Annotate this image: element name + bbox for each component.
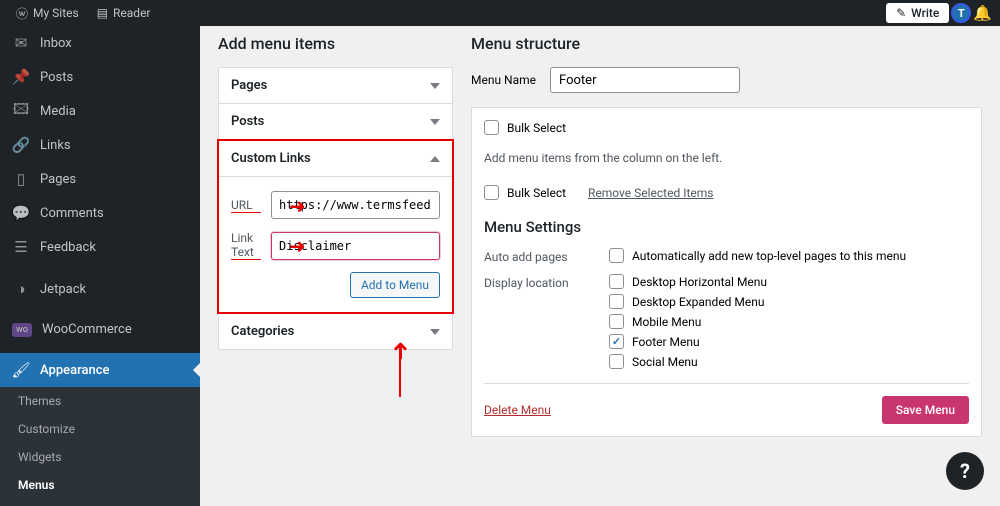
menu-structure-heading: Menu structure bbox=[471, 34, 982, 53]
accordion-posts[interactable]: Posts bbox=[218, 103, 453, 140]
write-button[interactable]: ✎ Write bbox=[886, 3, 949, 23]
pin-icon: 📌 bbox=[12, 68, 30, 86]
location-label: Mobile Menu bbox=[632, 315, 701, 329]
submenu-background[interactable]: Background bbox=[0, 499, 200, 506]
wp-logo[interactable]: ⓦ My Sites bbox=[8, 0, 87, 26]
accordion-label: Custom Links bbox=[231, 151, 311, 166]
remove-selected-link[interactable]: Remove Selected Items bbox=[588, 186, 713, 200]
sidebar-item-label: Appearance bbox=[40, 363, 109, 378]
avatar[interactable]: T bbox=[951, 3, 971, 23]
appearance-submenu: Themes Customize Widgets Menus Backgroun… bbox=[0, 387, 200, 506]
brush-icon: 🖌 bbox=[12, 361, 30, 379]
auto-add-label: Auto add pages bbox=[484, 248, 579, 264]
save-menu-button[interactable]: Save Menu bbox=[882, 396, 969, 424]
chevron-down-icon bbox=[430, 83, 440, 89]
sidebar-item-label: Comments bbox=[40, 206, 104, 221]
reader-link[interactable]: ▤ Reader bbox=[89, 0, 159, 26]
sidebar-item-appearance[interactable]: 🖌 Appearance bbox=[0, 353, 200, 387]
bulk-select-label: Bulk Select bbox=[507, 186, 566, 200]
location-checkbox[interactable] bbox=[609, 314, 624, 329]
sidebar-item-label: Links bbox=[40, 138, 71, 153]
submenu-themes[interactable]: Themes bbox=[0, 387, 200, 415]
location-checkbox[interactable] bbox=[609, 294, 624, 309]
menu-name-input[interactable] bbox=[550, 67, 740, 93]
location-label: Desktop Expanded Menu bbox=[632, 295, 765, 309]
menu-structure-box: Bulk Select Add menu items from the colu… bbox=[471, 107, 982, 437]
sidebar-item-comments[interactable]: 💬 Comments bbox=[0, 196, 200, 230]
add-menu-items-heading: Add menu items bbox=[218, 34, 453, 53]
menu-name-label: Menu Name bbox=[471, 73, 536, 87]
comments-icon: 💬 bbox=[12, 204, 30, 222]
inbox-icon: ✉ bbox=[12, 34, 30, 52]
auto-add-checkbox[interactable] bbox=[609, 248, 624, 263]
sidebar-item-posts[interactable]: 📌 Posts bbox=[0, 60, 200, 94]
write-label: Write bbox=[911, 6, 939, 20]
feedback-icon: ☰ bbox=[12, 238, 30, 256]
bell-icon[interactable]: 🔔 bbox=[973, 4, 992, 22]
content-area: Add menu items Pages Posts Custom Links … bbox=[200, 26, 1000, 506]
reader-icon: ▤ bbox=[97, 6, 108, 20]
link-text-input[interactable] bbox=[271, 232, 440, 260]
pages-icon: ▯ bbox=[12, 170, 30, 188]
delete-menu-link[interactable]: Delete Menu bbox=[484, 403, 551, 417]
chevron-down-icon bbox=[430, 329, 440, 335]
location-checkbox[interactable] bbox=[609, 334, 624, 349]
url-input[interactable] bbox=[271, 191, 440, 219]
submenu-menus[interactable]: Menus bbox=[0, 471, 200, 499]
url-label: URL bbox=[231, 198, 261, 213]
location-checkbox[interactable] bbox=[609, 274, 624, 289]
accordion-pages[interactable]: Pages bbox=[218, 67, 453, 104]
bulk-select-checkbox-2[interactable] bbox=[484, 185, 499, 200]
auto-add-option-label: Automatically add new top-level pages to… bbox=[632, 249, 906, 263]
location-label: Footer Menu bbox=[632, 335, 700, 349]
link-icon: 🔗 bbox=[12, 136, 30, 154]
accordion-label: Categories bbox=[231, 324, 294, 339]
add-to-menu-button[interactable]: Add to Menu bbox=[350, 272, 440, 298]
help-button[interactable]: ? bbox=[946, 452, 984, 490]
jetpack-icon: ◑ bbox=[12, 280, 30, 298]
accordion-label: Posts bbox=[231, 114, 264, 129]
empty-menu-hint: Add menu items from the column on the le… bbox=[484, 151, 969, 165]
mysites-label: My Sites bbox=[33, 6, 79, 20]
reader-label: Reader bbox=[113, 6, 150, 20]
sidebar-item-pages[interactable]: ▯ Pages bbox=[0, 162, 200, 196]
accordion-label: Pages bbox=[231, 78, 267, 93]
sidebar-item-inbox[interactable]: ✉ Inbox bbox=[0, 26, 200, 60]
sidebar-item-woocommerce[interactable]: wo WooCommerce bbox=[0, 314, 200, 345]
submenu-customize[interactable]: Customize bbox=[0, 415, 200, 443]
submenu-widgets[interactable]: Widgets bbox=[0, 443, 200, 471]
sidebar-item-label: Pages bbox=[40, 172, 76, 187]
sidebar-item-label: Media bbox=[40, 104, 76, 119]
sidebar-item-label: WooCommerce bbox=[42, 322, 132, 337]
sidebar-item-jetpack[interactable]: ◑ Jetpack bbox=[0, 272, 200, 306]
sidebar-item-label: Jetpack bbox=[40, 282, 86, 297]
chevron-down-icon bbox=[430, 119, 440, 125]
display-location-label: Display location bbox=[484, 274, 579, 369]
bulk-select-checkbox[interactable] bbox=[484, 120, 499, 135]
location-label: Social Menu bbox=[632, 355, 698, 369]
pencil-icon: ✎ bbox=[896, 6, 906, 20]
bulk-select-label: Bulk Select bbox=[507, 121, 566, 135]
sidebar-item-feedback[interactable]: ☰ Feedback bbox=[0, 230, 200, 264]
sidebar-item-label: Feedback bbox=[40, 240, 96, 255]
media-icon: 🖾 bbox=[12, 102, 30, 120]
sidebar-item-label: Posts bbox=[40, 70, 73, 85]
avatar-letter: T bbox=[958, 7, 965, 20]
arrow-stem bbox=[399, 349, 401, 397]
menu-settings-heading: Menu Settings bbox=[484, 218, 969, 236]
sidebar-item-links[interactable]: 🔗 Links bbox=[0, 128, 200, 162]
location-label: Desktop Horizontal Menu bbox=[632, 275, 767, 289]
admin-toolbar: ⓦ My Sites ▤ Reader ✎ Write T 🔔 bbox=[0, 0, 1000, 26]
link-text-label: Link Text bbox=[231, 231, 261, 260]
sidebar-item-label: Inbox bbox=[40, 36, 72, 51]
woo-icon: wo bbox=[12, 323, 32, 337]
wordpress-icon: ⓦ bbox=[16, 5, 28, 22]
accordion-custom-links-header[interactable]: Custom Links bbox=[219, 141, 452, 177]
sidebar-item-media[interactable]: 🖾 Media bbox=[0, 94, 200, 128]
location-checkbox[interactable] bbox=[609, 354, 624, 369]
admin-sidebar: ✉ Inbox 📌 Posts 🖾 Media 🔗 Links ▯ Pages 💬 Comm… bbox=[0, 26, 200, 506]
accordion-categories[interactable]: Categories bbox=[218, 313, 453, 350]
accordion-custom-links: Custom Links URL ➜ Link Text ➜ Add to Me… bbox=[217, 139, 454, 314]
chevron-up-icon bbox=[430, 156, 440, 162]
